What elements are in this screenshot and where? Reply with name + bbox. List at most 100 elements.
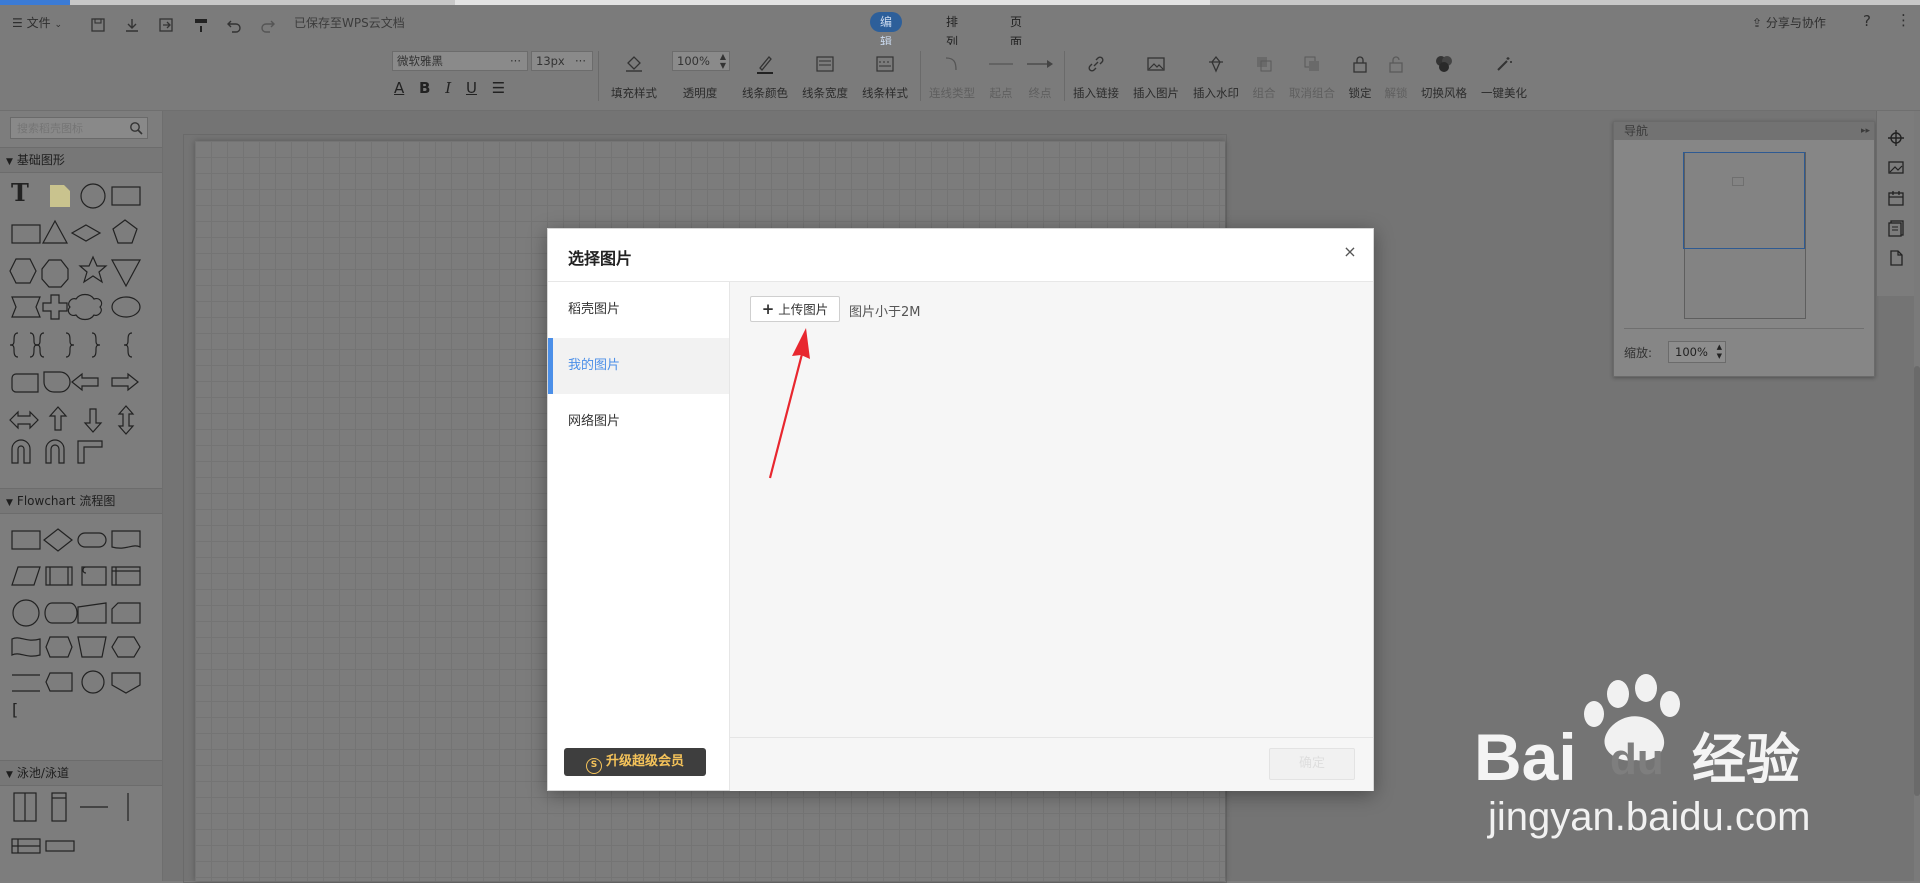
image-style-icon[interactable] (1887, 159, 1905, 177)
document-icon[interactable] (1887, 249, 1905, 267)
chevron-down-icon: ⌄ (54, 20, 62, 30)
line-style-tool[interactable]: 线条样式 (855, 53, 915, 101)
svg-text:[: [ (12, 700, 18, 719)
zoom-value: 100% (1675, 345, 1708, 359)
section-label: 泳池/泳道 (16, 766, 69, 780)
line-width-icon (816, 56, 834, 72)
my-images-panel: + 上传图片 图片小于2M (730, 282, 1373, 737)
switch-style-tool[interactable]: 切换风格 (1414, 53, 1474, 101)
zoom-input[interactable]: 100% ▲ ▼ (1668, 341, 1726, 363)
toolbar: 微软雅黑 ··· 13px ··· A B I U ☰ 填充样式 100% ▲ ▼… (0, 45, 1920, 111)
section-label: 基础图形 (16, 153, 65, 167)
navigator-title: 导航 (1624, 124, 1649, 138)
end-point-tool[interactable]: 终点 (1010, 53, 1070, 101)
dialog-title: 选择图片 (568, 249, 633, 268)
ungroup-icon (1304, 56, 1319, 71)
tab-arrange[interactable]: 排列 (936, 12, 968, 49)
share-icon: ⇪ (1752, 16, 1763, 30)
upload-button-label: 上传图片 (778, 302, 829, 317)
shape-panel: ▼基础图形 T (0, 111, 163, 881)
navigator-icon[interactable] (1887, 129, 1905, 147)
right-tool-strip (1876, 111, 1915, 296)
fill-style-tool[interactable]: 填充样式 (604, 53, 664, 101)
flowchart-shapes-grid[interactable]: [ (8, 519, 156, 719)
share-label: 分享与协作 (1765, 16, 1826, 30)
scrollbar-thumb[interactable] (1914, 366, 1920, 796)
paint-bucket-icon (626, 56, 642, 72)
sidebar-item-label: 稻壳图片 (568, 302, 621, 317)
divider (920, 51, 921, 101)
watermark-icon (1209, 55, 1223, 73)
section-flowchart[interactable]: ▼ Flowchart 流程图 (0, 488, 162, 514)
redo-icon[interactable] (260, 17, 276, 33)
navigator-header[interactable]: 导航 ▸▸ (1614, 122, 1874, 140)
file-menu-label: 文件 (26, 16, 51, 30)
line-color-tool[interactable]: 线条颜色 (735, 53, 795, 101)
coin-icon: S (585, 758, 602, 774)
download-icon[interactable] (124, 17, 140, 33)
font-size-select[interactable]: 13px ··· (531, 51, 593, 71)
underline-icon[interactable]: U (466, 79, 477, 97)
upload-image-button[interactable]: + 上传图片 (750, 296, 840, 322)
arrow-right-icon (1027, 60, 1053, 68)
sidebar-item-docer-images[interactable]: 稻壳图片 (548, 282, 729, 338)
menu-icon: ☰ (12, 16, 23, 30)
bold-icon[interactable]: B (419, 79, 430, 97)
tool-label: 插入图片 (1133, 86, 1179, 100)
italic-icon[interactable]: I (445, 79, 451, 97)
triangle-down-icon: ▼ (6, 157, 13, 167)
close-icon[interactable]: × (1341, 243, 1359, 261)
image-source-sidebar: 稻壳图片 我的图片 网络图片 S 升级超级会员 (548, 282, 730, 790)
pages-icon[interactable] (1887, 219, 1905, 237)
tool-label: 线条样式 (862, 86, 908, 100)
share-button[interactable]: ⇪ 分享与协作 (1752, 14, 1826, 31)
font-color-icon[interactable]: A (394, 79, 404, 97)
save-icon[interactable] (90, 17, 106, 33)
vertical-scrollbar[interactable] (1914, 111, 1920, 881)
tab-edit[interactable]: 编辑 (870, 12, 903, 49)
basic-shapes-grid[interactable]: T (8, 177, 156, 467)
undo-icon[interactable] (226, 17, 242, 33)
plus-icon: + (761, 300, 775, 318)
triangle-down-icon: ▼ (6, 498, 13, 508)
export-icon[interactable] (158, 17, 174, 33)
more-icon: ··· (575, 54, 586, 68)
more-icon[interactable]: ⋮ (1896, 11, 1911, 29)
confirm-button[interactable]: 确定 (1269, 748, 1355, 780)
section-swimlane[interactable]: ▼ 泳池/泳道 (0, 760, 162, 786)
swimlane-shapes-grid[interactable] (8, 789, 156, 869)
sidebar-item-web-images[interactable]: 网络图片 (548, 394, 729, 450)
expand-icon[interactable]: ▸▸ (1861, 122, 1870, 140)
line-width-tool[interactable]: 线条宽度 (795, 53, 855, 101)
font-family-select[interactable]: 微软雅黑 ··· (392, 51, 528, 71)
calendar-icon[interactable] (1887, 189, 1905, 207)
help-icon[interactable]: ? (1863, 12, 1871, 30)
sidebar-item-my-images[interactable]: 我的图片 (548, 338, 729, 394)
search-icon[interactable] (129, 121, 143, 135)
magic-wand-icon (1497, 57, 1512, 71)
tool-label: 切换风格 (1421, 86, 1467, 100)
top-bar: ☰ 文件 ⌄ 已保存至WPS云文档 编辑 排列 页面 ⇪ 分享与协作 ? ⋮ (0, 5, 1920, 49)
line-style-icon (876, 56, 894, 72)
tool-label: 线条颜色 (742, 86, 788, 100)
image-icon (1147, 57, 1165, 71)
upgrade-vip-button[interactable]: S 升级超级会员 (564, 748, 706, 776)
navigator-viewport[interactable] (1683, 152, 1805, 249)
tab-page[interactable]: 页面 (1000, 12, 1032, 49)
upload-size-hint: 图片小于2M (849, 305, 921, 320)
align-icon[interactable]: ☰ (492, 79, 505, 97)
font-size-value: 13px (536, 54, 565, 68)
insert-link-tool[interactable]: 插入链接 (1066, 53, 1126, 101)
more-icon: ··· (510, 54, 521, 68)
insert-image-tool[interactable]: 插入图片 (1126, 53, 1186, 101)
section-basic-shapes[interactable]: ▼ 基础图形 (0, 147, 162, 173)
dialog-header: 选择图片 × (548, 229, 1373, 282)
select-image-dialog: 选择图片 × 稻壳图片 我的图片 网络图片 S 升级超级会员 + 上传图片 图片小于… (547, 228, 1374, 791)
shape-search-input[interactable] (11, 118, 129, 138)
text-format-row: A B I U ☰ (394, 79, 505, 97)
tool-label: 线条宽度 (802, 86, 848, 100)
beautify-tool[interactable]: 一键美化 (1474, 53, 1534, 101)
format-painter-icon[interactable] (193, 17, 209, 33)
file-menu[interactable]: ☰ 文件 ⌄ (12, 14, 62, 31)
tool-label: 填充样式 (611, 86, 657, 100)
